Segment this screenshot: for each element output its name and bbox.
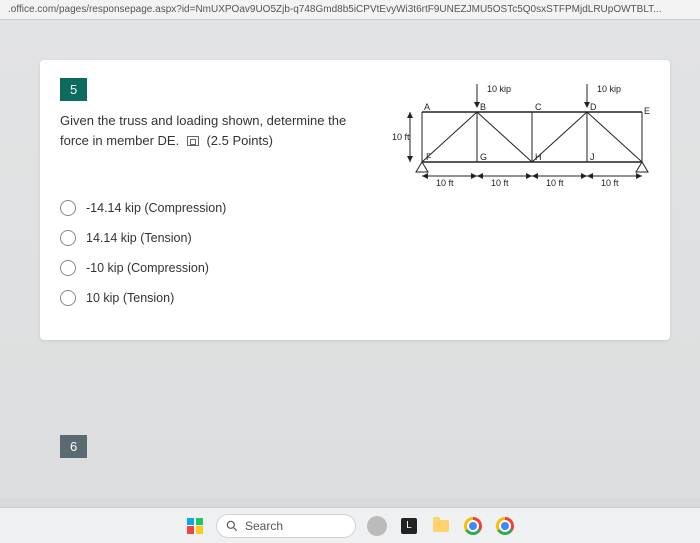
taskbar-app-l[interactable]: L	[398, 515, 420, 537]
svg-text:10 ft: 10 ft	[491, 178, 509, 188]
radio-icon	[60, 290, 76, 306]
taskbar-search[interactable]: Search	[216, 514, 356, 538]
browser-icon	[496, 517, 514, 535]
svg-text:10 ft: 10 ft	[392, 132, 410, 142]
taskbar-file-explorer[interactable]	[430, 515, 452, 537]
image-attachment-icon[interactable]	[187, 136, 199, 146]
windows-icon	[187, 518, 203, 534]
radio-icon	[60, 260, 76, 276]
option-2[interactable]: 14.14 kip (Tension)	[60, 230, 650, 246]
svg-text:10 ft: 10 ft	[546, 178, 564, 188]
option-4[interactable]: 10 kip (Tension)	[60, 290, 650, 306]
folder-icon	[433, 520, 449, 532]
question-text: Given the truss and loading shown, deter…	[60, 111, 370, 150]
option-1-label: -14.14 kip (Compression)	[86, 201, 226, 215]
taskbar-browser-2[interactable]	[494, 515, 516, 537]
start-button[interactable]	[184, 515, 206, 537]
svg-text:J: J	[590, 152, 595, 162]
taskbar-app-avatar[interactable]	[366, 515, 388, 537]
l-icon: L	[401, 518, 417, 534]
load-right-label: 10 kip	[597, 84, 621, 94]
radio-icon	[60, 200, 76, 216]
svg-text:G: G	[480, 152, 487, 162]
radio-icon	[60, 230, 76, 246]
svg-text:F: F	[426, 152, 432, 162]
page-content: 5 Given the truss and loading shown, det…	[0, 20, 700, 498]
svg-text:C: C	[535, 102, 542, 112]
question-card: 5 Given the truss and loading shown, det…	[40, 60, 670, 340]
address-bar[interactable]: .office.com/pages/responsepage.aspx?id=N…	[0, 0, 700, 20]
next-question-badge: 6	[60, 435, 87, 458]
option-3[interactable]: -10 kip (Compression)	[60, 260, 650, 276]
taskbar-chrome[interactable]	[462, 515, 484, 537]
question-line1: Given the truss and loading shown, deter…	[60, 113, 346, 128]
taskbar: Search L	[0, 507, 700, 543]
svg-text:10 ft: 10 ft	[436, 178, 454, 188]
svg-text:10 ft: 10 ft	[601, 178, 619, 188]
url-text: .office.com/pages/responsepage.aspx?id=N…	[8, 4, 661, 15]
question-line2: force in member DE.	[60, 133, 179, 148]
option-3-label: -10 kip (Compression)	[86, 261, 209, 275]
question-points: (2.5 Points)	[206, 133, 272, 148]
svg-text:A: A	[424, 102, 430, 112]
svg-text:E: E	[644, 106, 650, 116]
load-left-label: 10 kip	[487, 84, 511, 94]
option-4-label: 10 kip (Tension)	[86, 291, 174, 305]
svg-text:H: H	[535, 152, 542, 162]
truss-diagram: 10 kip 10 kip	[392, 78, 652, 198]
option-1[interactable]: -14.14 kip (Compression)	[60, 200, 650, 216]
avatar-icon	[367, 516, 387, 536]
search-icon	[225, 519, 239, 533]
answer-options: -14.14 kip (Compression) 14.14 kip (Tens…	[60, 200, 650, 306]
svg-text:B: B	[480, 102, 486, 112]
question-number-badge: 5	[60, 78, 87, 101]
svg-text:D: D	[590, 102, 597, 112]
chrome-icon	[464, 517, 482, 535]
search-placeholder: Search	[245, 519, 283, 533]
option-2-label: 14.14 kip (Tension)	[86, 231, 192, 245]
